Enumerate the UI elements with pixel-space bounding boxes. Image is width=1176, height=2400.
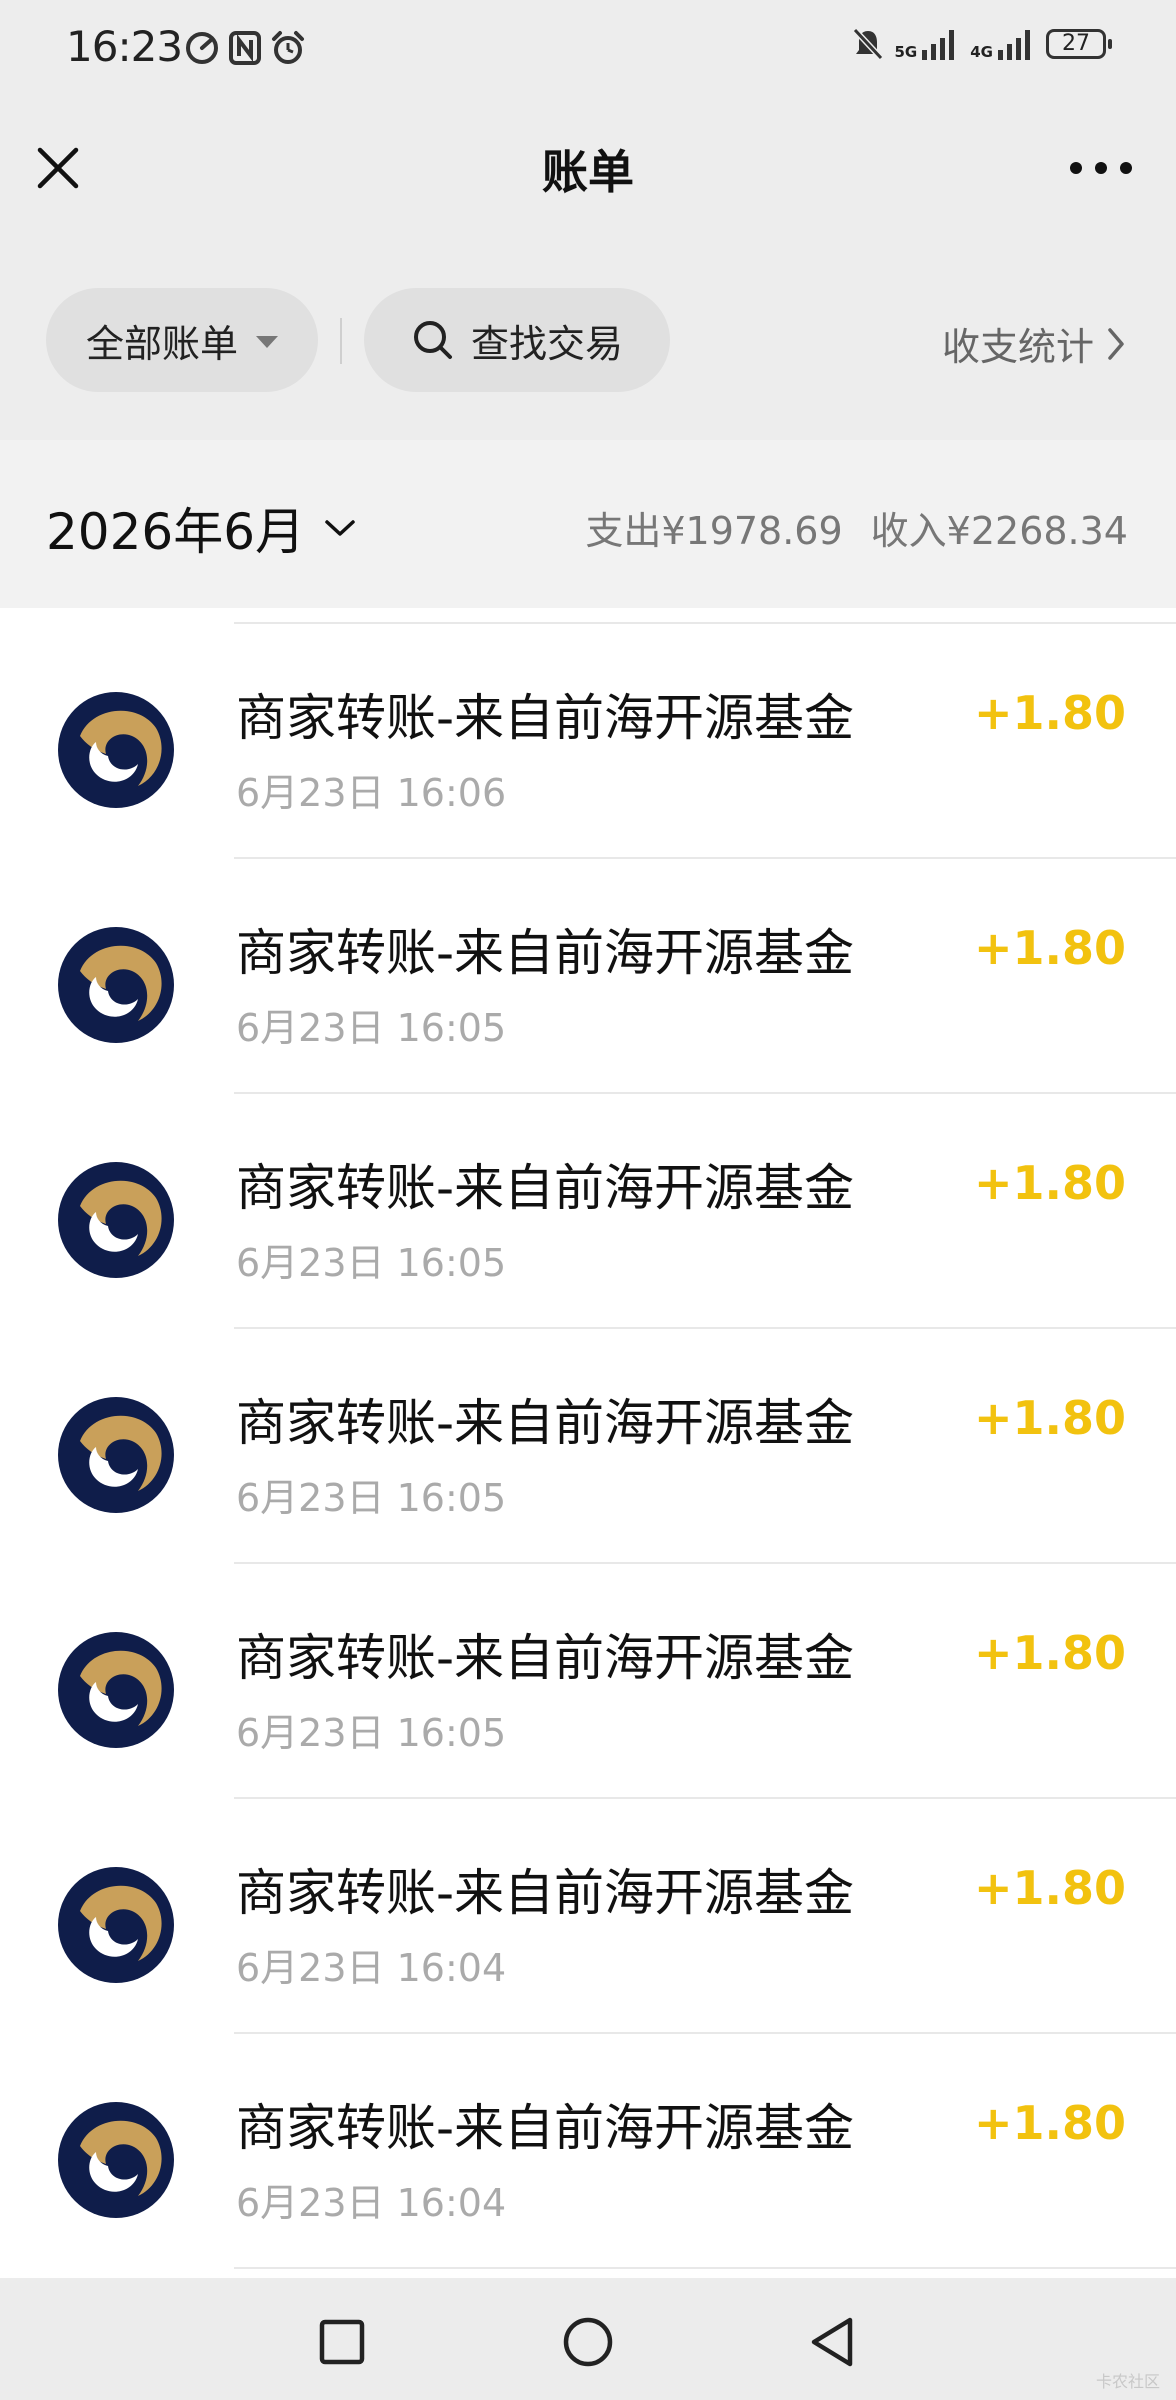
- transaction-row[interactable]: 商家转账-来自前海开源基金 6月23日 16:06 +1.80: [0, 622, 1176, 857]
- transaction-amount: +1.80: [973, 921, 1126, 975]
- transaction-title: 商家转账-来自前海开源基金: [236, 689, 855, 747]
- status-icons-right: 5G 4G 27: [851, 26, 1112, 62]
- transaction-title: 商家转账-来自前海开源基金: [236, 1394, 855, 1452]
- transaction-row[interactable]: 商家转账-来自前海开源基金 6月23日 16:05 +1.80: [0, 1562, 1176, 1797]
- transaction-title: 商家转账-来自前海开源基金: [236, 1629, 855, 1687]
- transaction-time: 6月23日 16:05: [236, 1711, 507, 1755]
- transaction-amount: +1.80: [973, 1861, 1126, 1915]
- row-separator: [234, 1092, 1176, 1094]
- transaction-row[interactable]: 商家转账-来自前海开源基金 6月23日 16:04 +1.80: [0, 1797, 1176, 2032]
- transaction-amount: +1.80: [973, 1156, 1126, 1210]
- transaction-row[interactable]: 商家转账-来自前海开源基金 6月23日 16:05 +1.80: [0, 1327, 1176, 1562]
- status-bar: 16:23 5G 4G 27: [0, 0, 1176, 100]
- divider: [340, 318, 342, 364]
- row-separator: [234, 2032, 1176, 2034]
- row-separator: [234, 622, 1176, 624]
- nav-bar: 账单: [0, 100, 1176, 240]
- recent-apps-button[interactable]: [312, 2312, 372, 2372]
- search-transactions-button[interactable]: 查找交易: [364, 288, 670, 392]
- transaction-row[interactable]: 商家转账-来自前海开源基金 6月23日 16:05 +1.80: [0, 857, 1176, 1092]
- income-expense-stats-link[interactable]: 收支统计: [942, 316, 1126, 371]
- stats-label: 收支统计: [941, 325, 1094, 369]
- month-label: 2026年6月: [46, 503, 306, 561]
- signal-4g-icon: [998, 30, 1030, 60]
- transaction-list: 商家转账-来自前海开源基金 6月23日 16:06 +1.80 商家转账-来自前海开源…: [0, 608, 1176, 2278]
- transaction-amount: +1.80: [973, 1391, 1126, 1445]
- income-total: 收入¥2268.34: [870, 509, 1128, 553]
- month-selector[interactable]: 2026年6月: [46, 492, 357, 564]
- page-title: 账单: [542, 145, 634, 199]
- status-time: 16:23: [66, 22, 183, 71]
- signal-5g-icon: [922, 30, 955, 60]
- alarm-icon: [272, 31, 304, 64]
- transaction-amount: +1.80: [973, 1626, 1126, 1680]
- filter-row: 全部账单 查找交易 收支统计: [0, 280, 1176, 392]
- merchant-logo-icon: [56, 925, 176, 1045]
- transaction-title: 商家转账-来自前海开源基金: [236, 2099, 855, 2157]
- merchant-logo-icon: [56, 1865, 176, 1985]
- merchant-logo-icon: [56, 1630, 176, 1750]
- month-totals: 支出¥1978.69 收入¥2268.34: [585, 500, 1128, 555]
- transaction-row[interactable]: 商家转账-来自前海开源基金 6月23日 16:05 +1.80: [0, 1092, 1176, 1327]
- transaction-title: 商家转账-来自前海开源基金: [236, 924, 855, 982]
- row-separator: [234, 1562, 1176, 1564]
- merchant-logo-icon: [56, 1160, 176, 1280]
- merchant-logo-icon: [56, 1395, 176, 1515]
- transaction-row[interactable]: 商家转账-来自前海开源基金 6月23日 16:04 +1.80: [0, 2032, 1176, 2267]
- watermark: 卡农社区: [1095, 2372, 1160, 2391]
- search-icon: [413, 321, 452, 359]
- transaction-time: 6月23日 16:04: [236, 2181, 507, 2225]
- network-4g-label: 4G: [970, 43, 993, 61]
- merchant-logo-icon: [56, 690, 176, 810]
- status-icons-left: [184, 30, 306, 66]
- transaction-time: 6月23日 16:05: [236, 1476, 507, 1520]
- speedometer-icon: [186, 32, 218, 64]
- system-nav-bar: 卡农社区: [0, 2278, 1176, 2400]
- merchant-logo-icon: [56, 2100, 176, 2220]
- expense-total: 支出¥1978.69: [585, 509, 843, 553]
- search-label: 查找交易: [470, 321, 623, 366]
- back-button[interactable]: [804, 2312, 864, 2372]
- network-5g-label: 5G: [894, 43, 918, 61]
- transaction-time: 6月23日 16:06: [236, 771, 507, 815]
- transaction-amount: +1.80: [973, 2096, 1126, 2150]
- transaction-amount: +1.80: [973, 686, 1126, 740]
- transaction-time: 6月23日 16:05: [236, 1241, 507, 1285]
- more-icon[interactable]: [1066, 148, 1136, 188]
- transaction-time: 6月23日 16:04: [236, 1946, 507, 1990]
- chevron-down-icon: [325, 520, 355, 536]
- transaction-time: 6月23日 16:05: [236, 1006, 507, 1050]
- nfc-icon: [229, 31, 261, 65]
- row-separator: [234, 2267, 1176, 2269]
- transaction-title: 商家转账-来自前海开源基金: [236, 1159, 855, 1217]
- home-button[interactable]: [558, 2312, 618, 2372]
- row-separator: [234, 857, 1176, 859]
- all-bills-dropdown[interactable]: 全部账单: [46, 288, 318, 392]
- caret-down-icon: [256, 336, 278, 348]
- month-summary-bar: 2026年6月 支出¥1978.69 收入¥2268.34: [0, 440, 1176, 608]
- row-separator: [234, 1327, 1176, 1329]
- mute-bell-icon: [852, 27, 883, 61]
- all-bills-label: 全部账单: [85, 321, 238, 366]
- battery-indicator: 27: [1046, 29, 1112, 59]
- chevron-right-icon: [1108, 327, 1124, 360]
- transaction-title: 商家转账-来自前海开源基金: [236, 1864, 855, 1922]
- row-separator: [234, 1797, 1176, 1799]
